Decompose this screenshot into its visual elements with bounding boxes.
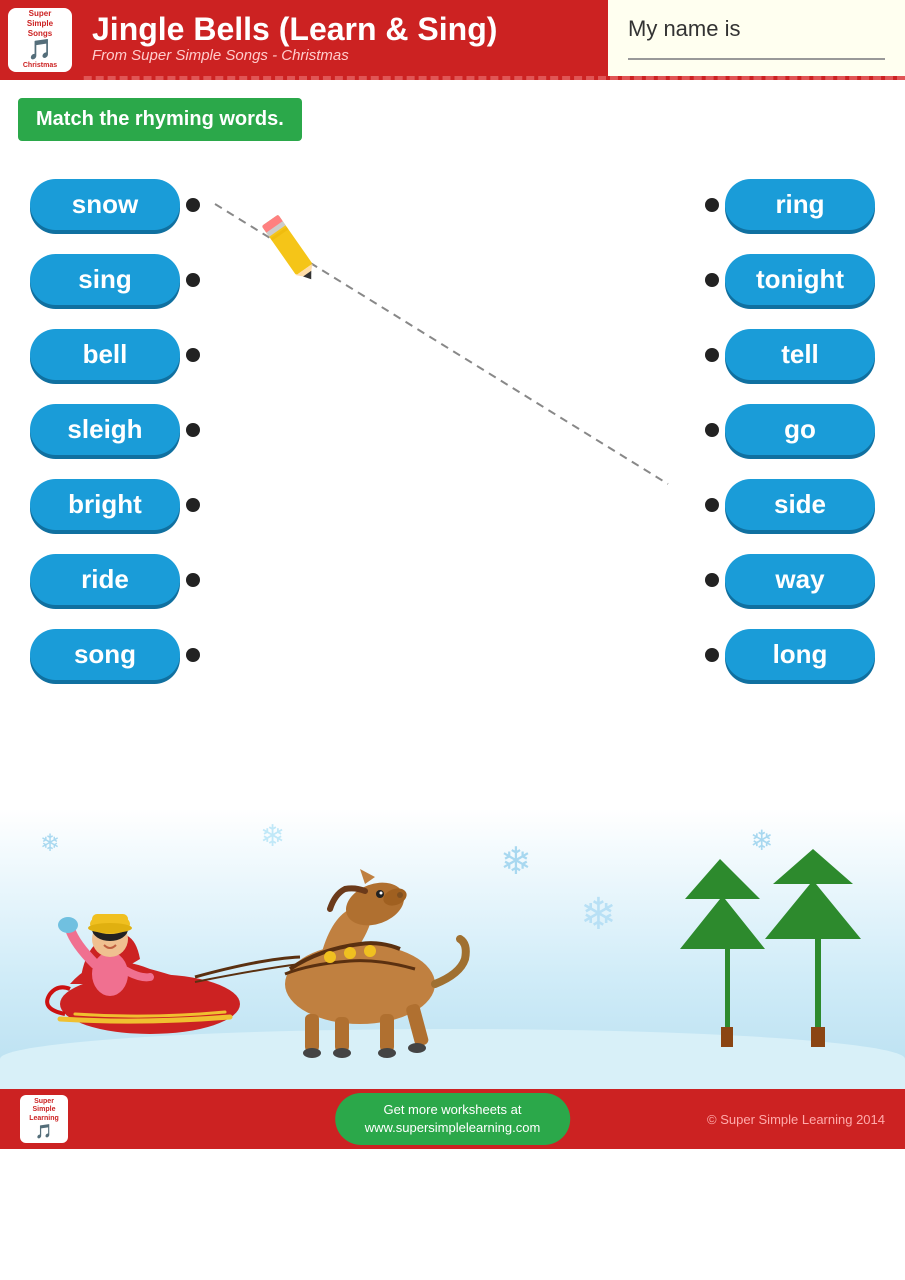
trees-svg [665,849,865,1049]
left-word-sing: sing [30,254,200,305]
page-title: Jingle Bells (Learn & Sing) [92,12,593,47]
page-footer: SuperSimpleLearning 🎵 Get more worksheet… [0,1089,905,1149]
footer-line1: Get more worksheets at [365,1101,541,1119]
left-word-ride: ride [30,554,200,605]
left-word-bell: bell [30,329,200,380]
word-pill-go[interactable]: go [725,404,875,455]
snowflake-4: ❄ [580,889,617,940]
word-pill-tonight[interactable]: tonight [725,254,875,305]
word-pill-song[interactable]: song [30,629,180,680]
right-dot-tonight [705,273,719,287]
right-word-ring: ring [705,179,875,230]
logo-box: SuperSimpleSongs 🎵 Christmas [8,8,72,72]
right-word-column: ring tonight tell go side way long [705,159,875,694]
word-pill-way[interactable]: way [725,554,875,605]
sleigh-scene-svg [20,829,500,1059]
right-word-tonight: tonight [705,254,875,305]
illustration-area: ❄ ❄ ❄ ❄ ❄ [0,809,905,1089]
logo-area: SuperSimpleSongs 🎵 Christmas [0,0,80,80]
left-dot-snow [186,198,200,212]
left-word-column: snow sing bell sleigh bright ride song [30,159,200,694]
word-pill-ring[interactable]: ring [725,179,875,230]
footer-logo-box: SuperSimpleLearning 🎵 [20,1095,68,1143]
name-box: My name is [605,0,905,76]
right-dot-ring [705,198,719,212]
name-underline [628,58,885,60]
name-label: My name is [628,16,885,42]
footer-center-text: Get more worksheets at www.supersimplele… [335,1093,571,1145]
word-pill-side[interactable]: side [725,479,875,530]
word-pill-ride[interactable]: ride [30,554,180,605]
word-pill-sleigh[interactable]: sleigh [30,404,180,455]
word-pill-snow[interactable]: snow [30,179,180,230]
footer-logo: SuperSimpleLearning 🎵 [20,1095,68,1143]
footer-line2: www.supersimplelearning.com [365,1119,541,1137]
header-text-area: Jingle Bells (Learn & Sing) From Super S… [80,0,605,76]
pencil-icon [234,193,345,304]
left-dot-sing [186,273,200,287]
left-dot-bright [186,498,200,512]
right-word-go: go [705,404,875,455]
left-dot-bell [186,348,200,362]
right-dot-go [705,423,719,437]
right-word-tell: tell [705,329,875,380]
right-word-long: long [705,629,875,680]
right-dot-way [705,573,719,587]
right-dot-side [705,498,719,512]
word-pill-bell[interactable]: bell [30,329,180,380]
instruction-bar: Match the rhyming words. [18,98,302,141]
left-word-sleigh: sleigh [30,404,200,455]
snowflake-3: ❄ [500,839,532,884]
right-dot-long [705,648,719,662]
left-dot-sleigh [186,423,200,437]
page-subtitle: From Super Simple Songs - Christmas [92,47,593,64]
left-word-song: song [30,629,200,680]
left-dot-song [186,648,200,662]
word-pill-sing[interactable]: sing [30,254,180,305]
left-dot-ride [186,573,200,587]
matching-area: snow sing bell sleigh bright ride song [0,159,905,799]
right-word-way: way [705,554,875,605]
word-pill-long[interactable]: long [725,629,875,680]
word-pill-tell[interactable]: tell [725,329,875,380]
left-word-snow: snow [30,179,200,230]
footer-copyright: © Super Simple Learning 2014 [707,1112,885,1127]
page-header: SuperSimpleSongs 🎵 Christmas Jingle Bell… [0,0,905,80]
word-pill-bright[interactable]: bright [30,479,180,530]
left-word-bright: bright [30,479,200,530]
right-word-side: side [705,479,875,530]
right-dot-tell [705,348,719,362]
